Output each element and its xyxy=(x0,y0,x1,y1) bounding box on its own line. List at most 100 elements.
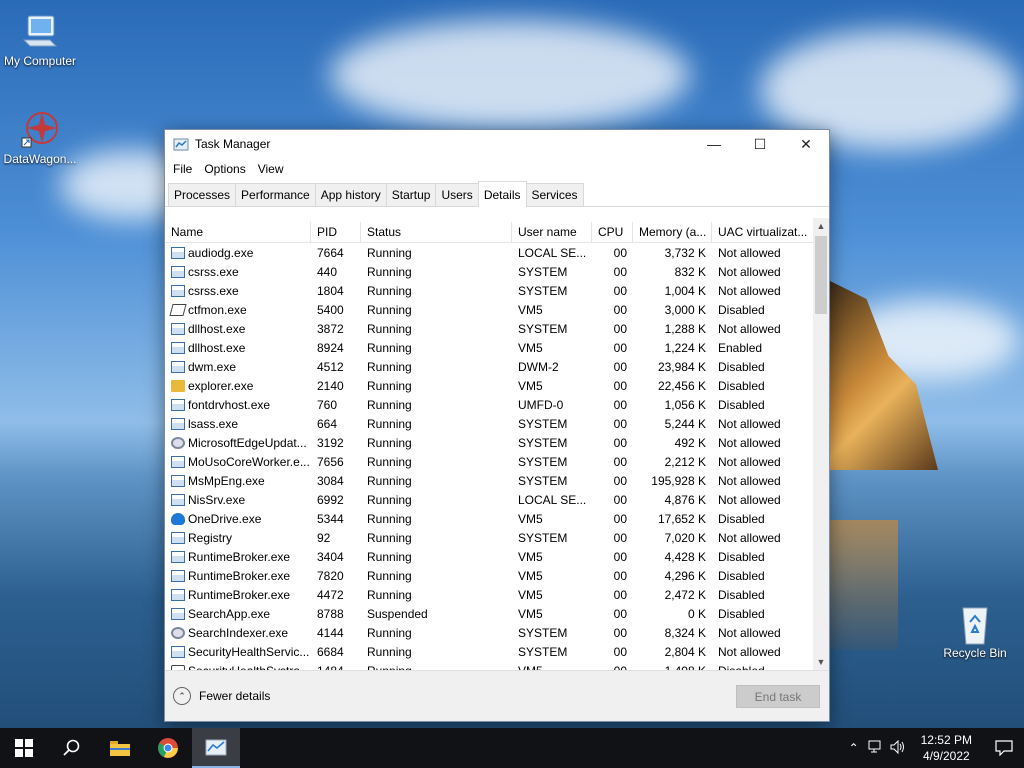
table-row[interactable]: OneDrive.exe 5344 Running VM5 00 17,652 K Disa… xyxy=(165,509,813,528)
desktop-icon-recycle-bin[interactable]: Recycle Bin xyxy=(935,602,1015,660)
desktop-icon-label: DataWagon... xyxy=(3,152,77,166)
tab-processes[interactable]: Processes xyxy=(168,183,237,206)
cell-uac: Not allowed xyxy=(718,492,781,507)
cell-user-name: VM5 xyxy=(518,378,543,393)
window-title: Task Manager xyxy=(195,137,271,151)
cell-memory: 1,288 K xyxy=(664,321,706,336)
scroll-down-icon[interactable]: ▼ xyxy=(813,654,829,670)
task-manager-icon xyxy=(173,136,189,152)
cell-cpu: 00 xyxy=(613,568,627,583)
table-row[interactable]: dllhost.exe 8924 Running VM5 00 1,224 K Enable… xyxy=(165,338,813,357)
table-row[interactable]: SecurityHealthServic... 6684 Running SYSTEM… xyxy=(165,642,813,661)
network-icon[interactable] xyxy=(865,740,887,757)
process-name: MsMpEng.exe xyxy=(188,473,265,488)
column-header-user-name[interactable]: User name xyxy=(512,222,592,242)
tab-app-history[interactable]: App history xyxy=(314,183,387,206)
cell-name: fontdrvhost.exe xyxy=(165,398,311,412)
menu-options[interactable]: Options xyxy=(198,162,251,176)
desktop-icon-datawagon[interactable]: DataWagon... xyxy=(0,108,80,166)
table-row[interactable]: ctfmon.exe 5400 Running VM5 00 3,000 K Disable… xyxy=(165,300,813,319)
table-row[interactable]: audiodg.exe 7664 Running LOCAL SE... 00 3,732… xyxy=(165,243,813,262)
table-row[interactable]: csrss.exe 1804 Running SYSTEM 00 1,004 K Not a… xyxy=(165,281,813,300)
cell-pid: 4472 xyxy=(317,587,344,602)
cell-status: Running xyxy=(367,625,412,640)
vertical-scrollbar[interactable]: ▲ ▼ xyxy=(813,218,829,670)
cell-user-name: LOCAL SE... xyxy=(518,492,587,507)
column-header-pid[interactable]: PID xyxy=(311,222,361,242)
column-header-uac[interactable]: UAC virtualizat... xyxy=(712,222,813,242)
process-app-icon xyxy=(171,588,185,601)
table-row[interactable]: RuntimeBroker.exe 3404 Running VM5 00 4,428 K… xyxy=(165,547,813,566)
start-button[interactable] xyxy=(0,728,48,768)
cell-pid: 760 xyxy=(317,397,338,412)
cell-cpu: 00 xyxy=(613,606,627,621)
cell-name: Registry xyxy=(165,531,311,545)
fewer-details-button[interactable]: ⌃ Fewer details xyxy=(173,687,270,705)
task-manager-taskbar-button[interactable] xyxy=(192,728,240,768)
process-app-icon xyxy=(171,322,185,335)
cell-pid: 5344 xyxy=(317,511,344,526)
table-row[interactable]: SearchApp.exe 8788 Suspended VM5 00 0 K Disabl… xyxy=(165,604,813,623)
cell-memory: 17,652 K xyxy=(657,511,706,526)
taskbar: ⌃ 12:52 PM 4/9/2022 xyxy=(0,728,1024,768)
cell-status: Running xyxy=(367,454,412,469)
cell-pid: 92 xyxy=(317,530,331,545)
cell-name: NisSrv.exe xyxy=(165,493,311,507)
cell-memory: 4,296 K xyxy=(664,568,706,583)
table-row[interactable]: explorer.exe 2140 Running VM5 00 22,456 K Disa… xyxy=(165,376,813,395)
close-button[interactable]: ✕ xyxy=(783,130,829,158)
cell-status: Running xyxy=(367,340,412,355)
minimize-button[interactable]: — xyxy=(691,130,737,158)
menu-view[interactable]: View xyxy=(252,162,290,176)
clock[interactable]: 12:52 PM 4/9/2022 xyxy=(909,732,984,764)
chrome-button[interactable] xyxy=(144,728,192,768)
show-hidden-icons-icon[interactable]: ⌃ xyxy=(843,741,865,755)
column-header-cpu[interactable]: CPU xyxy=(592,222,633,242)
tab-services[interactable]: Services xyxy=(525,183,584,206)
menu-file[interactable]: File xyxy=(167,162,198,176)
end-task-button[interactable]: End task xyxy=(736,685,820,708)
cell-name: dwm.exe xyxy=(165,360,311,374)
scroll-up-icon[interactable]: ▲ xyxy=(813,218,829,234)
cell-pid: 6992 xyxy=(317,492,344,507)
process-name: Registry xyxy=(188,530,233,545)
table-row[interactable]: csrss.exe 440 Running SYSTEM 00 832 K Not allo… xyxy=(165,262,813,281)
table-row[interactable]: fontdrvhost.exe 760 Running UMFD-0 00 1,056 K… xyxy=(165,395,813,414)
table-row[interactable]: NisSrv.exe 6992 Running LOCAL SE... 00 4,876 … xyxy=(165,490,813,509)
table-row[interactable]: MsMpEng.exe 3084 Running SYSTEM 00 195,928 K N… xyxy=(165,471,813,490)
column-header-status[interactable]: Status xyxy=(361,222,512,242)
cell-user-name: SYSTEM xyxy=(518,416,568,431)
tab-details[interactable]: Details xyxy=(477,181,527,207)
volume-icon[interactable] xyxy=(887,739,909,757)
tab-startup[interactable]: Startup xyxy=(385,183,437,206)
cell-status: Running xyxy=(367,473,412,488)
table-row[interactable]: Registry 92 Running SYSTEM 00 7,020 K Not allo… xyxy=(165,528,813,547)
cell-uac: Disabled xyxy=(718,359,765,374)
scroll-thumb[interactable] xyxy=(815,236,827,314)
search-button[interactable] xyxy=(48,728,96,768)
table-row[interactable]: RuntimeBroker.exe 7820 Running VM5 00 4,296 K… xyxy=(165,566,813,585)
tab-users[interactable]: Users xyxy=(435,183,479,206)
cell-cpu: 00 xyxy=(613,416,627,431)
notifications-button[interactable] xyxy=(984,728,1024,768)
table-row[interactable]: MoUsoCoreWorker.e... 7656 Running SYSTEM 00 2… xyxy=(165,452,813,471)
cell-cpu: 00 xyxy=(613,264,627,279)
cell-cpu: 00 xyxy=(613,587,627,602)
table-row[interactable]: dllhost.exe 3872 Running SYSTEM 00 1,288 K Not… xyxy=(165,319,813,338)
table-row[interactable]: RuntimeBroker.exe 4472 Running VM5 00 2,472 K… xyxy=(165,585,813,604)
table-row[interactable]: SearchIndexer.exe 4144 Running SYSTEM 00 8,32… xyxy=(165,623,813,642)
cell-status: Running xyxy=(367,549,412,564)
tab-performance[interactable]: Performance xyxy=(235,183,316,206)
chrome-icon xyxy=(158,738,178,758)
process-app-icon xyxy=(171,417,185,430)
desktop-icon-my-computer[interactable]: My Computer xyxy=(0,10,80,68)
table-row[interactable]: lsass.exe 664 Running SYSTEM 00 5,244 K Not al… xyxy=(165,414,813,433)
title-bar[interactable]: Task Manager — ☐ ✕ xyxy=(165,130,829,158)
table-row[interactable]: dwm.exe 4512 Running DWM-2 00 23,984 K Disable… xyxy=(165,357,813,376)
maximize-button[interactable]: ☐ xyxy=(737,130,783,158)
file-explorer-button[interactable] xyxy=(96,728,144,768)
table-row[interactable]: SecurityHealthSystra...1484RunningVM5001… xyxy=(165,661,813,670)
cell-name: SecurityHealthServic... xyxy=(165,645,311,659)
column-header-memory[interactable]: Memory (a... xyxy=(633,222,712,242)
table-row[interactable]: MicrosoftEdgeUpdat... 3192 Running SYSTEM 00… xyxy=(165,433,813,452)
